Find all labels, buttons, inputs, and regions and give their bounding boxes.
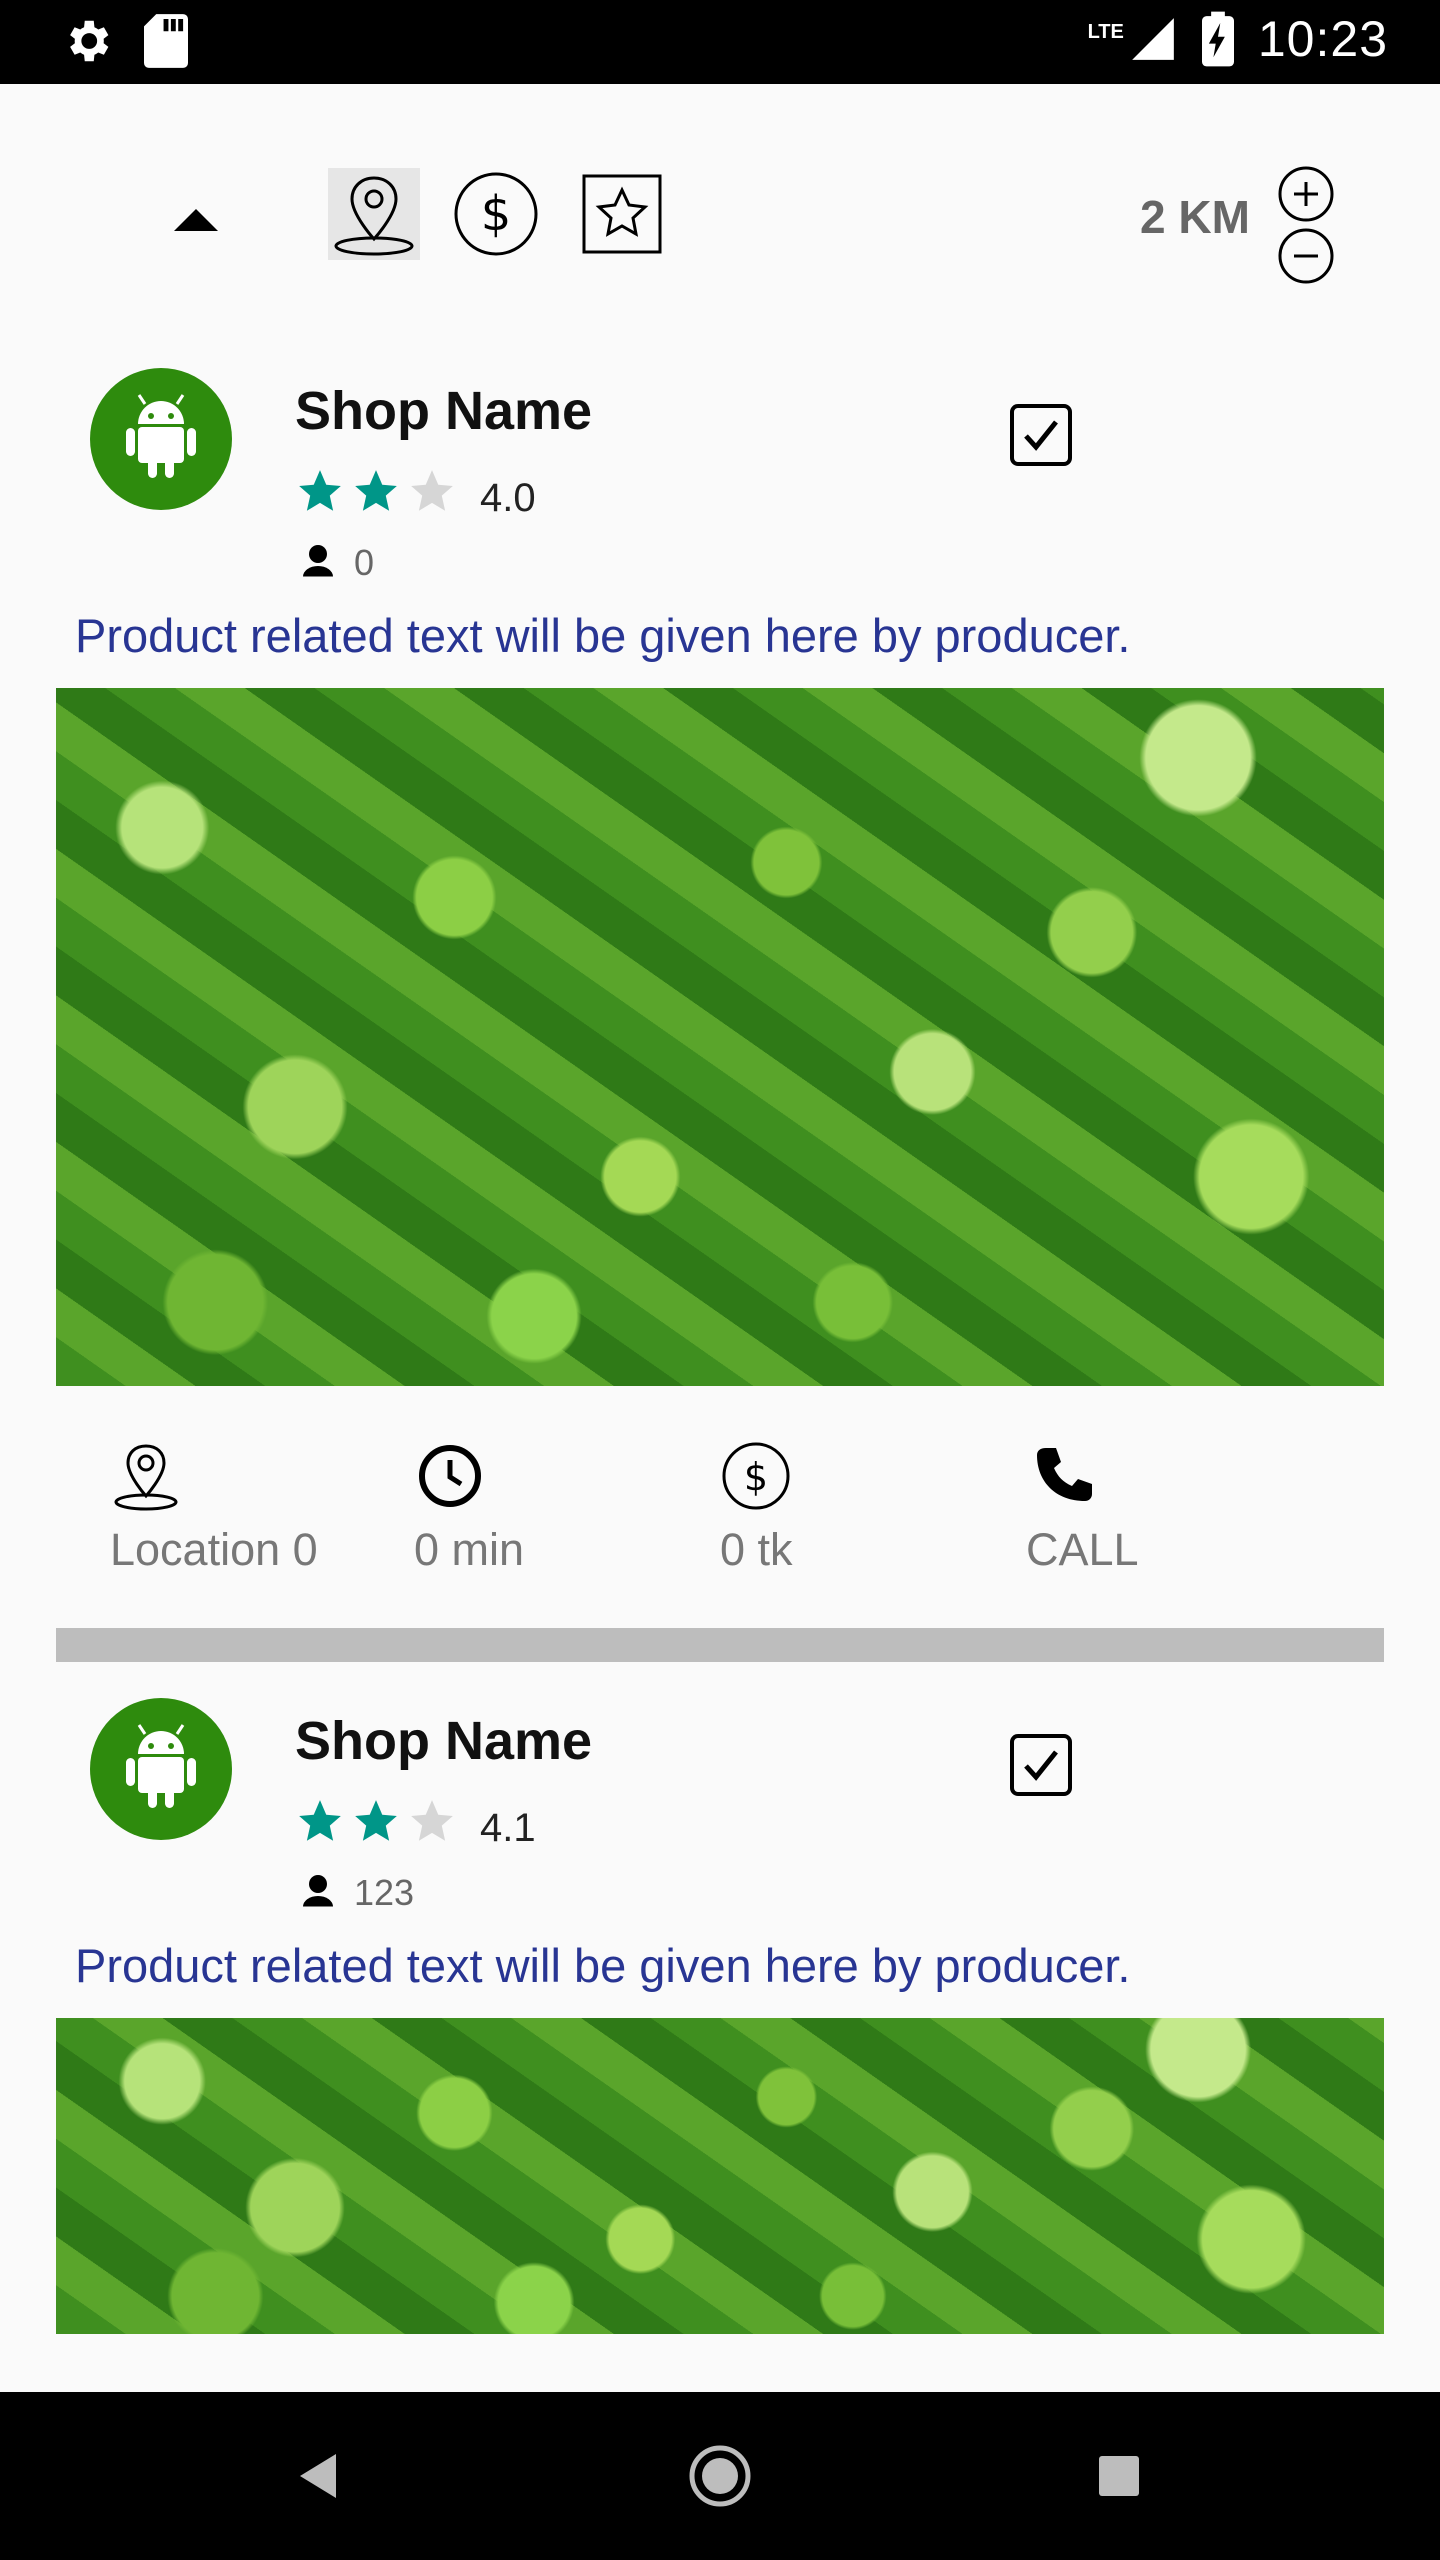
shop-name[interactable]: Shop Name — [295, 1710, 592, 1772]
shop-card[interactable]: Shop Name 4.1 123 Product related text w… — [0, 1660, 1440, 2390]
product-description: Product related text will be given here … — [75, 609, 1131, 662]
time-info: 0 min — [414, 1440, 524, 1576]
product-image[interactable] — [56, 688, 1384, 1386]
android-logo-icon — [126, 394, 196, 478]
star-empty-icon — [411, 470, 453, 511]
product-image[interactable] — [56, 2018, 1384, 2334]
shop-avatar[interactable] — [90, 368, 232, 510]
select-checkbox[interactable] — [1008, 402, 1074, 468]
dollar-circle-icon: $ — [722, 1442, 790, 1510]
price-info: $ 0 tk — [720, 1440, 793, 1576]
time-label: 0 min — [414, 1524, 525, 1575]
price-label: 0 tk — [720, 1524, 793, 1575]
star-rating — [295, 1796, 457, 1846]
location-label: Location 0 — [110, 1524, 318, 1575]
rating-value: 4.1 — [480, 1806, 536, 1850]
select-checkbox[interactable] — [1008, 1732, 1074, 1798]
user-count: 123 — [354, 1872, 415, 1913]
call-button[interactable]: CALL — [1026, 1440, 1139, 1576]
clock-icon — [419, 1445, 481, 1507]
shop-avatar[interactable] — [90, 1698, 232, 1840]
back-icon[interactable] — [290, 2444, 354, 2508]
star-filled-icon — [355, 1800, 397, 1841]
location-pin-icon — [114, 1444, 178, 1511]
android-logo-icon — [126, 1724, 196, 1808]
system-nav-bar — [0, 2392, 1440, 2560]
product-description: Product related text will be given here … — [75, 1939, 1131, 1992]
shop-name[interactable]: Shop Name — [295, 380, 592, 442]
call-label: CALL — [1026, 1524, 1139, 1575]
phone-icon — [1037, 1448, 1092, 1501]
user-icon — [303, 1875, 333, 1907]
star-filled-icon — [299, 470, 341, 511]
svg-text:$: $ — [744, 1455, 768, 1499]
star-rating — [295, 466, 457, 516]
star-filled-icon — [299, 1800, 341, 1841]
user-icon — [303, 545, 333, 577]
location-info[interactable]: Location 0 — [110, 1440, 318, 1576]
shop-info-row: Location 0 0 min $ 0 tk CALL — [0, 1440, 1440, 1600]
user-count: 0 — [354, 542, 375, 583]
star-empty-icon — [411, 1800, 453, 1841]
shop-card[interactable]: Shop Name 4.0 0 Product related text wil… — [0, 0, 1440, 1665]
star-filled-icon — [355, 470, 397, 511]
recent-apps-icon[interactable] — [1087, 2444, 1151, 2508]
rating-value: 4.0 — [480, 476, 536, 520]
card-divider — [56, 1628, 1384, 1662]
home-icon[interactable] — [688, 2444, 752, 2508]
